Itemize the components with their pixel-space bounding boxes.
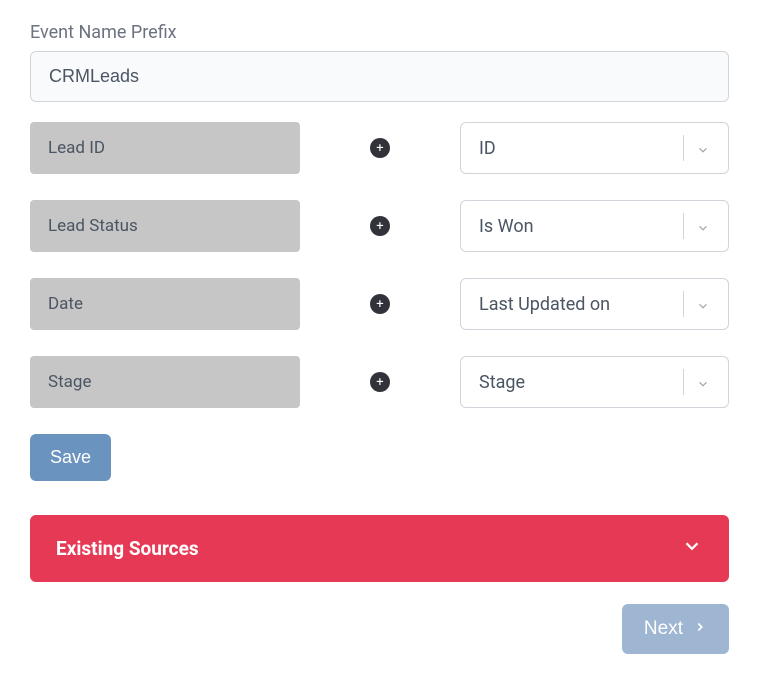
plus-icon: + — [370, 294, 390, 314]
select-value: ID — [479, 138, 675, 159]
field-label-lead-status: Lead Status — [30, 200, 300, 252]
mapping-row: Lead Status + Is Won — [30, 200, 729, 252]
select-value: Stage — [479, 372, 675, 393]
mapping-row: Date + Last Updated on — [30, 278, 729, 330]
save-button[interactable]: Save — [30, 434, 111, 481]
next-button[interactable]: Next — [622, 604, 729, 654]
plus-icon: + — [370, 138, 390, 158]
existing-sources-accordion[interactable]: Existing Sources — [30, 515, 729, 582]
next-button-label: Next — [644, 618, 683, 640]
field-label-date: Date — [30, 278, 300, 330]
field-label-lead-id: Lead ID — [30, 122, 300, 174]
plus-icon: + — [370, 372, 390, 392]
select-divider — [683, 369, 684, 395]
plus-icon: + — [370, 216, 390, 236]
event-name-prefix-label: Event Name Prefix — [30, 22, 729, 43]
select-value: Is Won — [479, 216, 675, 237]
select-stage[interactable]: Stage — [460, 356, 729, 408]
accordion-title: Existing Sources — [56, 537, 199, 560]
select-divider — [683, 135, 684, 161]
chevron-down-icon — [681, 535, 703, 562]
select-lead-id[interactable]: ID — [460, 122, 729, 174]
mapping-row: Stage + Stage — [30, 356, 729, 408]
chevron-down-icon — [696, 297, 710, 311]
field-label-stage: Stage — [30, 356, 300, 408]
select-divider — [683, 213, 684, 239]
select-lead-status[interactable]: Is Won — [460, 200, 729, 252]
chevron-right-icon — [693, 618, 707, 640]
select-value: Last Updated on — [479, 294, 675, 315]
event-name-prefix-input[interactable] — [30, 51, 729, 102]
chevron-down-icon — [696, 375, 710, 389]
chevron-down-icon — [696, 141, 710, 155]
mapping-row: Lead ID + ID — [30, 122, 729, 174]
select-date[interactable]: Last Updated on — [460, 278, 729, 330]
chevron-down-icon — [696, 219, 710, 233]
select-divider — [683, 291, 684, 317]
